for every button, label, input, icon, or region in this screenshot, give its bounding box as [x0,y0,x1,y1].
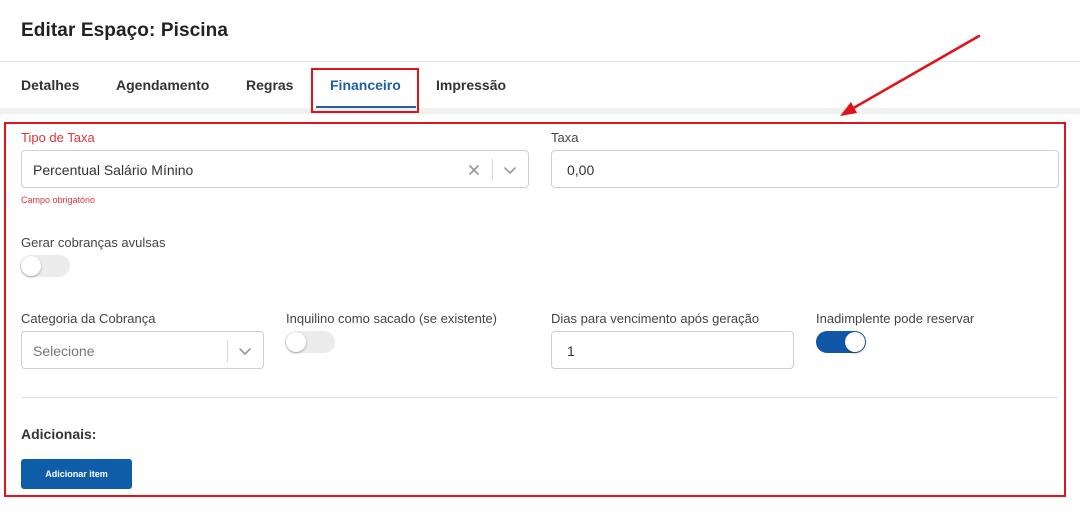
tab-agendamento[interactable]: Agendamento [116,62,209,108]
tab-detalhes[interactable]: Detalhes [21,62,79,108]
tab-regras[interactable]: Regras [246,62,293,108]
annotation-form-highlight [4,122,1066,497]
tab-bar: Detalhes Agendamento Regras Financeiro I… [0,62,1080,108]
tabs-divider [0,108,1080,114]
page-title: Editar Espaço: Piscina [21,20,229,41]
annotation-tab-highlight [311,68,419,113]
tab-impressao[interactable]: Impressão [436,62,506,108]
